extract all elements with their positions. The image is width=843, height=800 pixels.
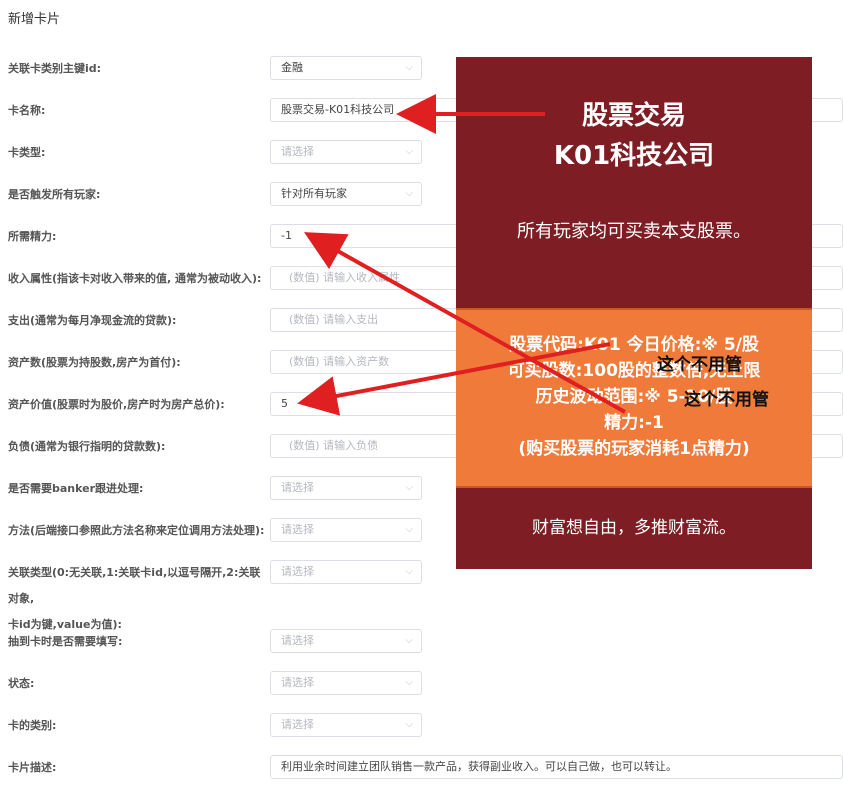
card-category-id-label: 关联卡类别主键id: — [8, 62, 102, 75]
card-image-title-line2: K01科技公司 — [553, 141, 715, 171]
chevron-down-icon: ⌵ — [405, 719, 413, 730]
annotation-note: 这个不用管 — [657, 355, 742, 375]
card-image-band-line: 可买股数:100股的整数倍,无上限 — [507, 361, 761, 381]
trigger-all-value: 针对所有玩家 — [281, 187, 347, 200]
chevron-down-icon: ⌵ — [405, 482, 413, 493]
income-placeholder: (数值) 请输入收入属性 — [289, 271, 401, 284]
card-name-value: 股票交易-K01科技公司 — [281, 103, 395, 116]
asset-value-value: 5 — [281, 397, 288, 410]
relation-type-placeholder: 请选择 — [281, 565, 314, 578]
chevron-down-icon: ⌵ — [405, 677, 413, 688]
asset-count-label: 资产数(股票为持股数,房产为首付): — [8, 356, 181, 369]
card-image-footer: 财富想自由，多推财富流。 — [532, 518, 736, 538]
page-title: 新增卡片 — [8, 12, 61, 27]
card-image-band-line: (购买股票的玩家消耗1点精力) — [518, 439, 750, 459]
status-select[interactable]: 请选择 ⌵ — [270, 671, 422, 695]
relation-type-select[interactable]: 请选择 ⌵ — [270, 560, 422, 584]
method-select[interactable]: 请选择 ⌵ — [270, 518, 422, 542]
card-image-band-line: 精力:-1 — [604, 413, 664, 433]
trigger-all-label: 是否触发所有玩家: — [8, 188, 101, 201]
income-label: 收入属性(指该卡对收入带来的值, 通常为被动收入): — [8, 272, 262, 285]
method-placeholder: 请选择 — [281, 523, 314, 536]
fill-on-draw-placeholder: 请选择 — [281, 634, 314, 647]
card-type-placeholder: 请选择 — [281, 145, 314, 158]
banker-placeholder: 请选择 — [281, 481, 314, 494]
description-value: 利用业余时间建立团队销售一款产品，获得副业收入。可以自己做，也可以转让。 — [281, 760, 677, 773]
relation-type-label: 关联类型(0:无关联,1:关联卡id,以逗号隔开,2:关联对象, 卡id为键,v… — [8, 560, 268, 638]
card-category-id-value: 金融 — [281, 61, 303, 74]
expense-placeholder: (数值) 请输入支出 — [289, 313, 379, 326]
description-input[interactable]: 利用业余时间建立团队销售一款产品，获得副业收入。可以自己做，也可以转让。 — [270, 755, 843, 779]
card-type-select[interactable]: 请选择 ⌵ — [270, 140, 422, 164]
liability-placeholder: (数值) 请输入负债 — [289, 439, 379, 452]
chevron-down-icon: ⌵ — [405, 62, 413, 73]
banker-select[interactable]: 请选择 ⌵ — [270, 476, 422, 500]
asset-value-label: 资产价值(股票时为股价,房产时为房产总价): — [8, 398, 225, 411]
fill-on-draw-select[interactable]: 请选择 ⌵ — [270, 629, 422, 653]
chevron-down-icon: ⌵ — [405, 635, 413, 646]
liability-label: 负债(通常为银行指明的贷款数): — [8, 440, 166, 453]
energy-value: -1 — [281, 229, 292, 242]
card-type-label: 卡类型: — [8, 146, 46, 159]
method-label: 方法(后端接口参照此方法名称来定位调用方法处理): — [8, 524, 265, 537]
card-class-select[interactable]: 请选择 ⌵ — [270, 713, 422, 737]
card-preview-image: 股票交易 K01科技公司 所有玩家均可买卖本支股票。 股票代码:K01 今日价格… — [456, 57, 812, 569]
relation-type-label-line1: 关联类型(0:无关联,1:关联卡id,以逗号隔开,2:关联对象, — [8, 566, 261, 605]
chevron-down-icon: ⌵ — [405, 146, 413, 157]
energy-label: 所需精力: — [8, 230, 57, 243]
card-class-label: 卡的类别: — [8, 719, 57, 732]
chevron-down-icon: ⌵ — [405, 524, 413, 535]
card-class-placeholder: 请选择 — [281, 718, 314, 731]
fill-on-draw-label: 抽到卡时是否需要填写: — [8, 635, 123, 648]
status-label: 状态: — [8, 677, 35, 690]
asset-count-placeholder: (数值) 请输入资产数 — [289, 355, 390, 368]
chevron-down-icon: ⌵ — [405, 566, 413, 577]
card-image-subtitle: 所有玩家均可买卖本支股票。 — [517, 221, 751, 242]
card-category-id-select[interactable]: 金融 ⌵ — [270, 56, 422, 80]
annotation-note: 这个不用管 — [684, 390, 769, 410]
trigger-all-select[interactable]: 针对所有玩家 ⌵ — [270, 182, 422, 206]
chevron-down-icon: ⌵ — [405, 188, 413, 199]
expense-label: 支出(通常为每月净现金流的贷款): — [8, 314, 177, 327]
banker-label: 是否需要banker跟进处理: — [8, 482, 144, 495]
card-image-band-line: 股票代码:K01 今日价格:※ 5/股 — [509, 335, 759, 355]
card-name-label: 卡名称: — [8, 104, 46, 117]
status-placeholder: 请选择 — [281, 676, 314, 689]
card-image-title-line1: 股票交易 — [581, 101, 686, 131]
description-label: 卡片描述: — [8, 761, 57, 774]
